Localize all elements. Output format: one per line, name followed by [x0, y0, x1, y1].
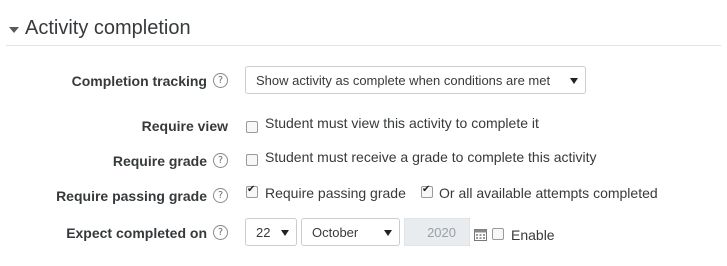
enable-date-label: Enable	[511, 227, 555, 243]
expect-completed-label: Expect completed on	[66, 225, 207, 241]
help-icon[interactable]: ?	[213, 225, 228, 240]
require-passing-grade-label: Require passing grade	[56, 188, 207, 204]
dropdown-arrow-icon	[384, 230, 392, 236]
all-attempts-completed-checkbox[interactable]	[421, 184, 433, 198]
completion-tracking-label: Completion tracking	[71, 73, 207, 89]
calendar-icon[interactable]	[474, 228, 487, 241]
year-select[interactable]: 2020	[404, 218, 470, 246]
help-icon[interactable]: ?	[213, 153, 228, 168]
require-view-checkbox-label: Student must view this activity to compl…	[265, 115, 539, 131]
completion-tracking-row: Completion tracking ? Show activity as c…	[0, 66, 727, 96]
require-grade-checkbox-label: Student must receive a grade to complete…	[265, 149, 597, 165]
dropdown-arrow-icon	[281, 230, 289, 236]
require-grade-row: Require grade ? Student must receive a g…	[0, 146, 727, 176]
month-select[interactable]: October	[301, 218, 400, 246]
require-passing-grade-checkbox[interactable]	[246, 184, 258, 198]
require-grade-checkbox[interactable]	[246, 154, 258, 166]
completion-tracking-value: Show activity as complete when condition…	[256, 73, 551, 88]
require-view-label: Require view	[141, 118, 228, 134]
year-value: 2020	[427, 225, 456, 240]
section-title: Activity completion	[25, 17, 191, 39]
require-view-checkbox[interactable]	[246, 121, 258, 133]
require-grade-label: Require grade	[112, 153, 207, 169]
section-header[interactable]: Activity completion	[0, 0, 727, 44]
enable-date-checkbox[interactable]	[492, 228, 504, 240]
all-attempts-completed-checkbox-label: Or all available attempts completed	[439, 185, 658, 201]
help-icon[interactable]: ?	[213, 188, 228, 203]
dropdown-arrow-icon	[570, 78, 578, 84]
month-value: October	[312, 225, 359, 240]
section-divider	[6, 45, 721, 46]
collapse-triangle-icon[interactable]	[9, 27, 19, 33]
day-select[interactable]: 22	[245, 218, 297, 246]
require-passing-grade-row: Require passing grade ? Require passing …	[0, 181, 727, 211]
require-view-row: Require view Student must view this acti…	[0, 111, 727, 141]
help-icon[interactable]: ?	[213, 73, 228, 88]
day-value: 22	[256, 225, 271, 240]
completion-tracking-select[interactable]: Show activity as complete when condition…	[245, 66, 586, 94]
require-passing-grade-checkbox-label: Require passing grade	[265, 185, 406, 201]
